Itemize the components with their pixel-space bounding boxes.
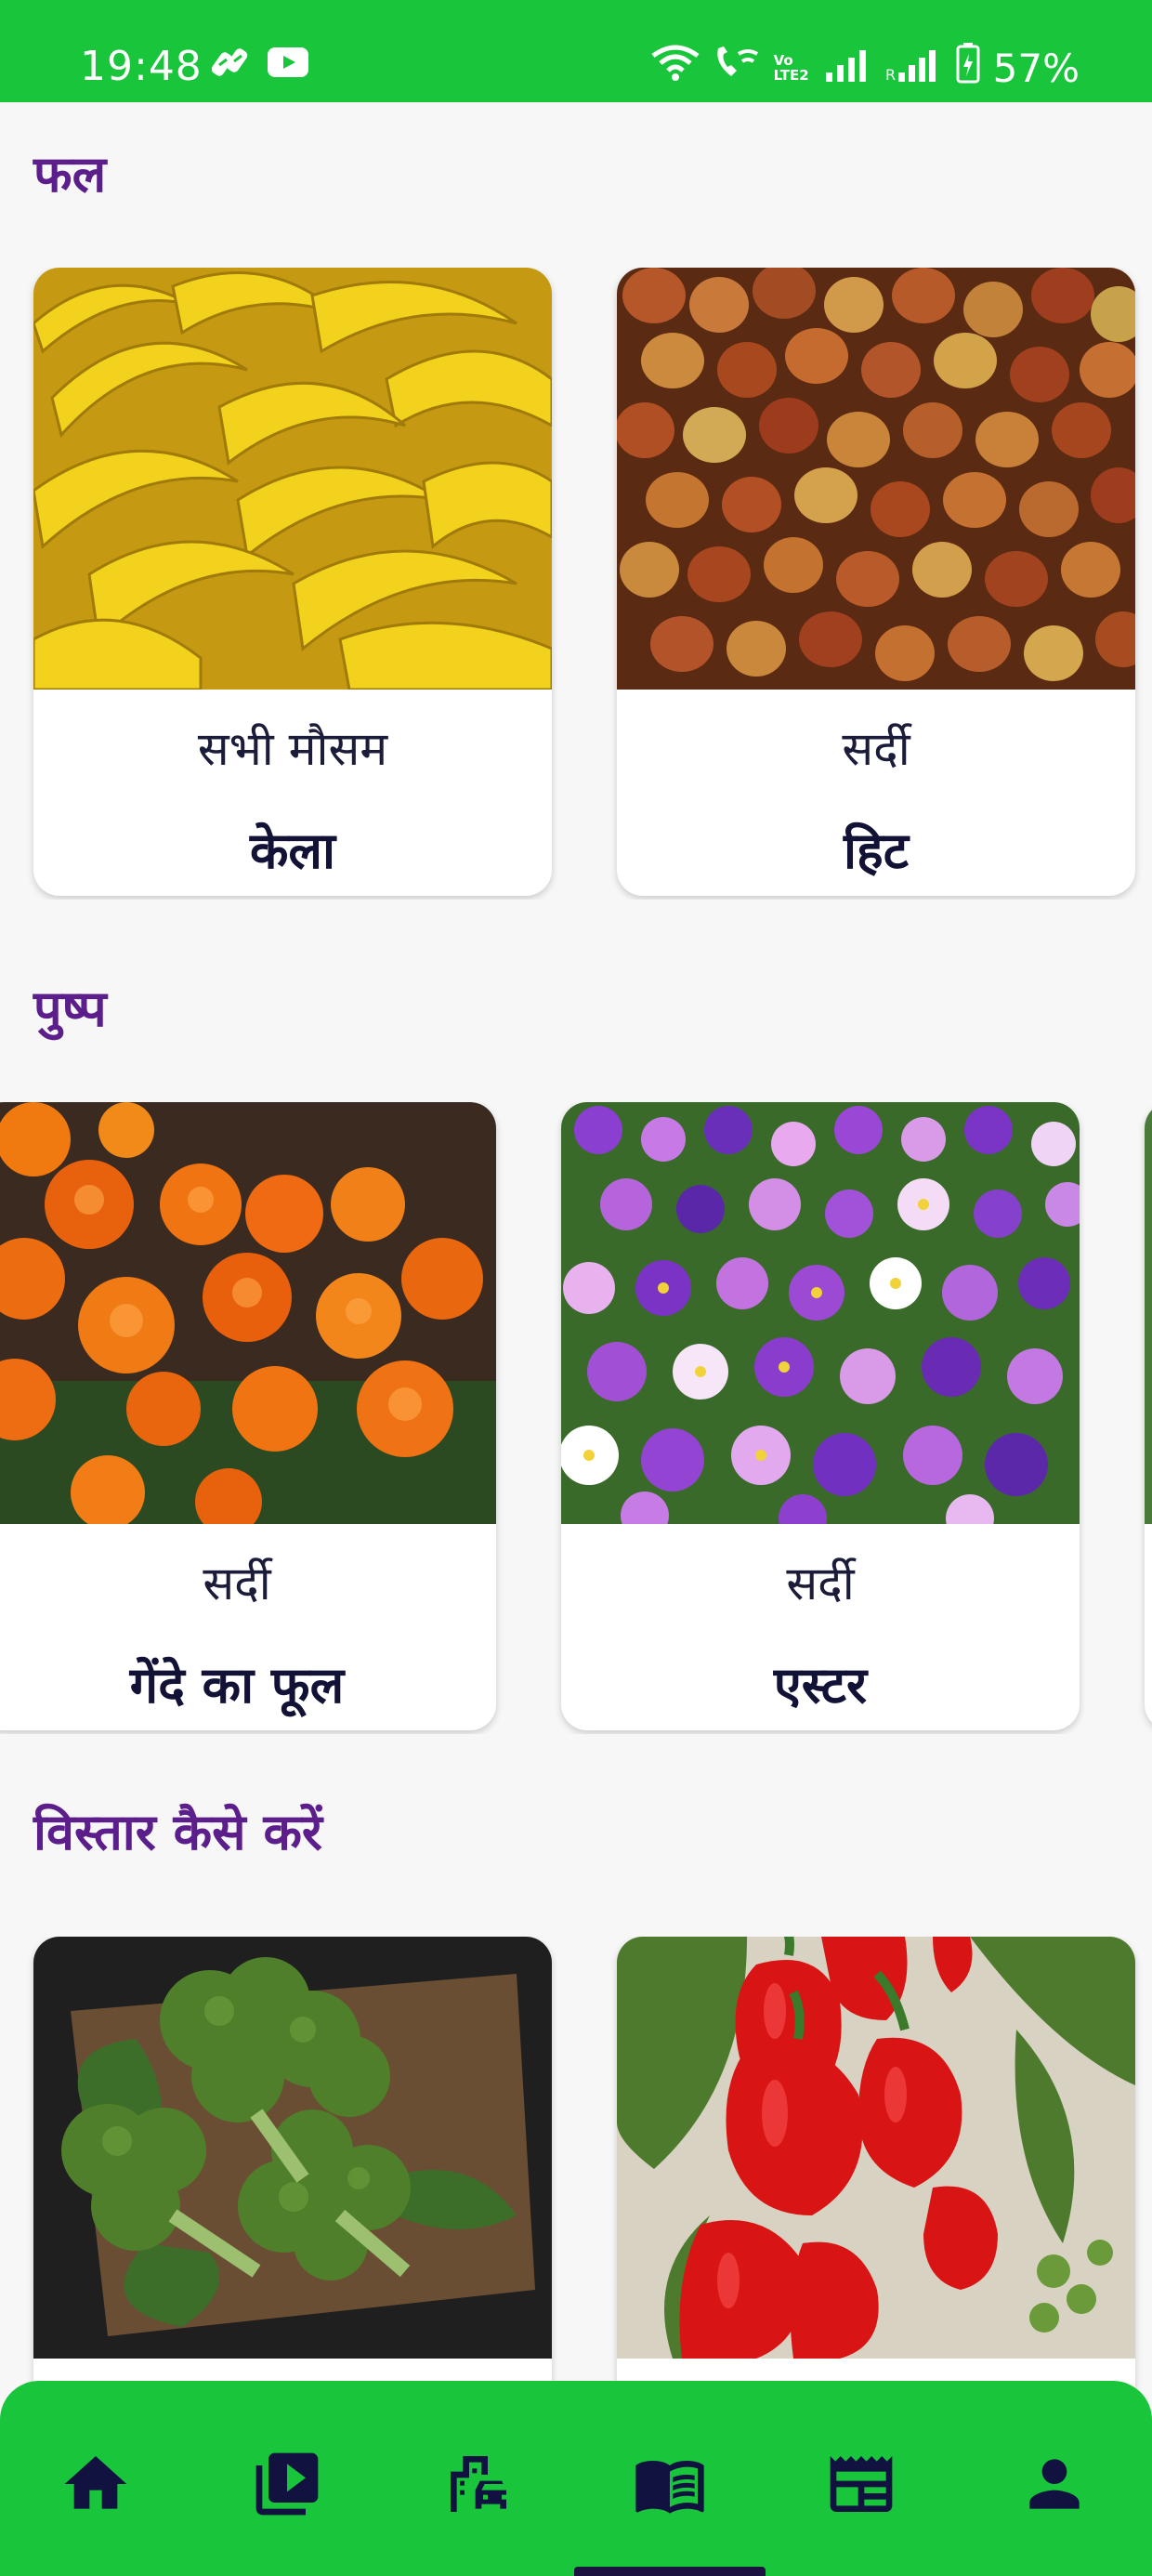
card-aster[interactable]: सर्दी एस्टर bbox=[561, 1102, 1080, 1730]
section-title-flowers: पुष्प bbox=[33, 979, 107, 1038]
roaming-signal-icon: R bbox=[885, 46, 943, 91]
nav-videos-button[interactable] bbox=[245, 2442, 329, 2526]
bell-pepper-image bbox=[617, 1937, 1135, 2359]
book-icon bbox=[635, 2461, 704, 2514]
nav-news-button[interactable] bbox=[819, 2442, 903, 2526]
banana-image bbox=[33, 268, 552, 690]
card-jujube[interactable]: सर्दी हिट bbox=[617, 268, 1135, 896]
nav-home-button[interactable] bbox=[54, 2442, 137, 2526]
card-season: सर्दी bbox=[203, 1557, 271, 1610]
section-title-expansion: विस्तार कैसे करें bbox=[33, 1803, 323, 1861]
status-left-icons bbox=[211, 46, 308, 82]
active-tab-indicator bbox=[574, 2567, 766, 2576]
card-season: सर्दी bbox=[786, 1557, 855, 1610]
card-banana[interactable]: सभी मौसम केला bbox=[33, 268, 552, 896]
battery-icon bbox=[956, 43, 980, 93]
signal-icon bbox=[824, 46, 872, 91]
next-card-image bbox=[1145, 1102, 1152, 1524]
svg-text:R: R bbox=[885, 66, 896, 82]
status-right-icons: Vo LTE2 R 57% bbox=[651, 43, 1080, 93]
fruits-row[interactable]: सभी मौसम केला सर्दी हिट bbox=[0, 268, 1152, 900]
card-season: सर्दी bbox=[842, 722, 910, 776]
city-car-icon bbox=[451, 2456, 506, 2512]
bottom-navigation bbox=[0, 2381, 1152, 2576]
card-name: गेंदे का फूल bbox=[129, 1656, 345, 1715]
volte-icon: Vo LTE2 bbox=[773, 52, 809, 84]
nav-library-button[interactable] bbox=[628, 2442, 712, 2526]
aster-image bbox=[561, 1102, 1080, 1524]
card-name: केला bbox=[249, 821, 336, 880]
wifi-call-icon bbox=[713, 45, 761, 91]
card-season: सभी मौसम bbox=[197, 722, 388, 776]
marigold-image bbox=[0, 1102, 496, 1524]
home-icon bbox=[64, 2456, 127, 2509]
card-name: एस्टर bbox=[773, 1656, 868, 1715]
battery-percent: 57% bbox=[992, 45, 1080, 91]
section-title-fruits: फल bbox=[33, 145, 107, 204]
status-bar: 19:48 Vo LTE2 R 57% bbox=[0, 0, 1152, 102]
nav-city-button[interactable] bbox=[437, 2442, 520, 2526]
status-time: 19:48 bbox=[80, 43, 203, 90]
nav-profile-button[interactable] bbox=[1013, 2442, 1096, 2526]
youtube-icon bbox=[268, 47, 308, 81]
card-next-partial[interactable] bbox=[1145, 1102, 1152, 1730]
flowers-row[interactable]: सर्दी गेंदे का फूल सर्दी एस्टर bbox=[0, 1102, 1152, 1734]
card-name: हिट bbox=[844, 821, 909, 880]
video-library-icon bbox=[255, 2452, 319, 2516]
jujube-image bbox=[617, 268, 1135, 690]
newspaper-icon bbox=[830, 2456, 893, 2512]
card-marigold[interactable]: सर्दी गेंदे का फूल bbox=[0, 1102, 496, 1730]
wifi-icon bbox=[651, 45, 700, 91]
notification-app-icon bbox=[211, 46, 251, 82]
broccoli-image bbox=[33, 1937, 552, 2359]
profile-icon bbox=[1029, 2459, 1080, 2509]
